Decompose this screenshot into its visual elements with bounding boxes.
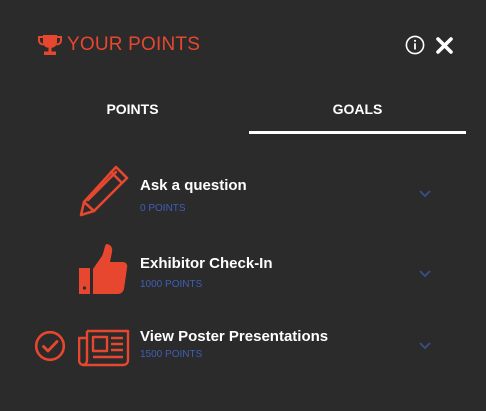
chevron-down-icon[interactable] (418, 269, 432, 278)
chevron-down-icon[interactable] (418, 341, 432, 350)
info-icon[interactable] (405, 35, 425, 55)
your-points-panel: YOUR POINTS POINTS GOALS Ask a question … (0, 0, 486, 411)
newspaper-icon (78, 329, 130, 367)
tab-bar: POINTS GOALS (0, 88, 486, 134)
tab-points[interactable]: POINTS (20, 88, 245, 134)
trophy-icon (38, 35, 62, 55)
active-tab-indicator (249, 131, 466, 134)
goal-item-exhibitor-check-in[interactable]: Exhibitor Check-In 1000 POINTS (0, 240, 486, 310)
goal-points: 0 POINTS (140, 203, 186, 214)
goal-title: Ask a question (140, 177, 247, 194)
goal-title: View Poster Presentations (140, 328, 329, 345)
panel-title: YOUR POINTS (67, 34, 201, 55)
close-icon[interactable] (435, 36, 454, 55)
goal-points: 1500 POINTS (140, 349, 203, 360)
goal-item-ask-a-question[interactable]: Ask a question 0 POINTS (0, 162, 486, 232)
goal-item-view-poster-presentations[interactable]: View Poster Presentations 1500 POINTS (0, 313, 486, 383)
panel-header: YOUR POINTS (0, 0, 486, 88)
tab-goals[interactable]: GOALS (249, 88, 466, 134)
pencil-icon (79, 165, 129, 217)
goal-title: Exhibitor Check-In (140, 255, 273, 272)
check-circle-icon (34, 330, 66, 362)
thumbs-up-icon (79, 244, 128, 294)
goal-points: 1000 POINTS (140, 279, 203, 290)
chevron-down-icon[interactable] (418, 189, 432, 198)
